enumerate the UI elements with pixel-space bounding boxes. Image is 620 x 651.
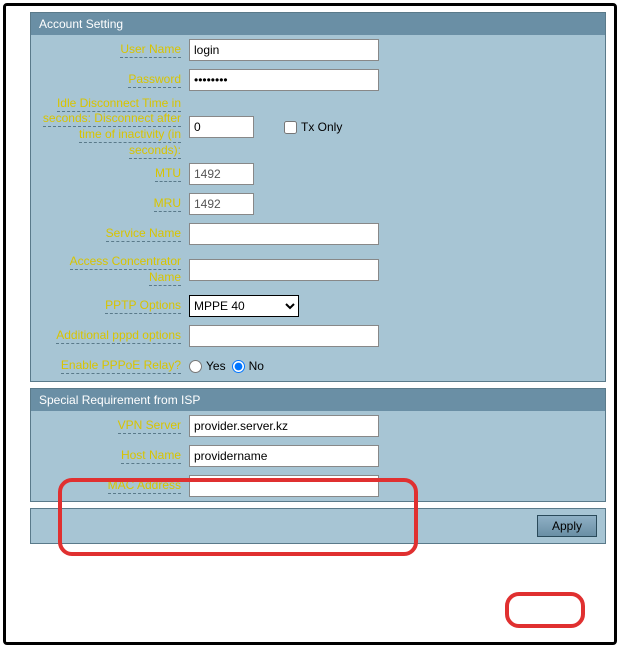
vpn-server-input[interactable] (189, 415, 379, 437)
mac-address-label: MAC Address (108, 478, 181, 494)
account-setting-header: Account Setting (31, 13, 605, 35)
ac-name-label: Access Concentrator Name (70, 254, 181, 286)
relay-yes-radio[interactable] (189, 360, 202, 373)
ac-name-input (189, 259, 379, 281)
host-name-input[interactable] (189, 445, 379, 467)
service-name-input (189, 223, 379, 245)
relay-no-radio[interactable] (232, 360, 245, 373)
isp-header: Special Requirement from ISP (31, 389, 605, 411)
pptp-options-select[interactable]: MPPE 40 (189, 295, 299, 317)
pptp-options-label: PPTP Options (105, 298, 181, 314)
idle-input[interactable] (189, 116, 254, 138)
button-row: Apply (30, 508, 606, 544)
password-label: Password (128, 72, 181, 88)
host-name-label: Host Name (121, 448, 181, 464)
settings-scroll[interactable]: Account Setting User Name Password Idle … (6, 6, 614, 642)
idle-label: Idle Disconnect Time in seconds: Disconn… (43, 96, 181, 159)
username-label: User Name (120, 42, 181, 58)
mru-input (189, 193, 254, 215)
mac-address-input (189, 475, 379, 497)
apply-button[interactable]: Apply (537, 515, 597, 537)
txonly-text: Tx Only (301, 120, 342, 134)
relay-yes-label[interactable]: Yes (189, 359, 226, 373)
txonly-checkbox[interactable] (284, 121, 297, 134)
username-input[interactable] (189, 39, 379, 61)
relay-no-label[interactable]: No (232, 359, 264, 373)
password-input[interactable] (189, 69, 379, 91)
mru-label: MRU (154, 196, 181, 212)
mtu-input (189, 163, 254, 185)
vpn-server-label: VPN Server (118, 418, 181, 434)
pppoe-relay-label: Enable PPPoE Relay? (61, 358, 181, 374)
isp-section: Special Requirement from ISP VPN Server … (30, 388, 606, 502)
pppd-options-label: Additional pppd options (56, 328, 181, 344)
mtu-label: MTU (155, 166, 181, 182)
service-name-label: Service Name (106, 226, 181, 242)
txonly-checkbox-label[interactable]: Tx Only (284, 120, 342, 134)
account-setting-section: Account Setting User Name Password Idle … (30, 12, 606, 382)
pppd-options-input[interactable] (189, 325, 379, 347)
